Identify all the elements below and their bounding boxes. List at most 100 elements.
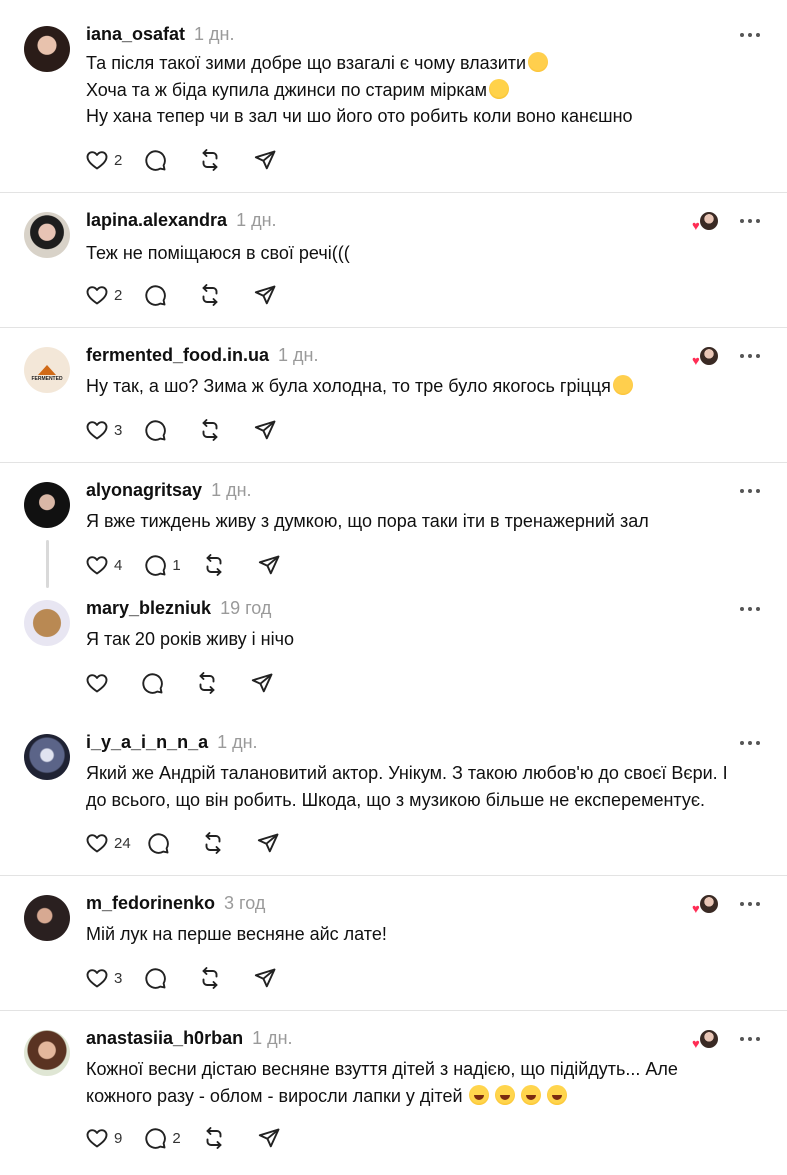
username[interactable]: anastasiia_h0rban: [86, 1028, 243, 1049]
username[interactable]: fermented_food.in.ua: [86, 345, 269, 366]
share-button[interactable]: [252, 965, 278, 991]
timestamp[interactable]: 19 год: [220, 598, 271, 619]
heart-icon: [86, 674, 108, 693]
repost-button[interactable]: [197, 147, 223, 173]
heart-filled-icon: ♥: [692, 901, 700, 916]
more-options-icon[interactable]: [740, 900, 760, 908]
post-text-line: кожного разу - облом - виросли лапки у д…: [86, 1083, 678, 1110]
author-liked-badge: ♥: [692, 1029, 720, 1051]
author-avatar: [699, 211, 719, 231]
repost-button[interactable]: [201, 1125, 227, 1151]
more-options-icon[interactable]: [740, 1035, 760, 1043]
timestamp[interactable]: 1 дн.: [236, 210, 276, 231]
divider: [0, 1010, 787, 1011]
timestamp[interactable]: 3 год: [224, 893, 265, 914]
share-icon: [255, 285, 276, 305]
post-text: Та після такої зими добре що взагалі є ч…: [86, 50, 633, 130]
comment-icon: [142, 673, 163, 694]
timestamp[interactable]: 1 дн.: [211, 480, 251, 501]
like-button[interactable]: 3: [84, 965, 122, 991]
reply-button[interactable]: [142, 282, 168, 308]
reply-button[interactable]: [142, 147, 168, 173]
timestamp[interactable]: 1 дн.: [252, 1028, 292, 1049]
avatar[interactable]: [24, 895, 70, 941]
share-button[interactable]: [249, 670, 275, 696]
comment-icon: [145, 555, 167, 576]
brand-logo-text: FERMENTED: [31, 376, 63, 382]
divider: [0, 462, 787, 463]
like-count: 2: [114, 151, 123, 169]
post-text-content: до всього, що він робить. Шкода, що з му…: [86, 789, 706, 810]
post-text-content: Кожної весни дістаю весняне взуття дітей…: [86, 1059, 678, 1079]
avatar[interactable]: [24, 482, 70, 528]
avatar[interactable]: [24, 26, 70, 72]
avatar[interactable]: [24, 600, 70, 646]
username[interactable]: iana_osafat: [86, 24, 185, 45]
share-button[interactable]: [256, 1125, 282, 1151]
like-button[interactable]: 4: [84, 552, 122, 578]
timestamp[interactable]: 1 дн.: [278, 345, 318, 366]
avatar[interactable]: [24, 1030, 70, 1076]
repost-icon: [202, 149, 218, 171]
repost-button[interactable]: [201, 552, 227, 578]
like-button[interactable]: 3: [84, 417, 122, 443]
post-actions: [84, 670, 304, 696]
repost-icon: [202, 419, 218, 441]
repost-button[interactable]: [197, 965, 223, 991]
share-button[interactable]: [256, 552, 282, 578]
timestamp[interactable]: 1 дн.: [217, 732, 257, 753]
repost-button[interactable]: [200, 830, 226, 856]
reply-button[interactable]: 1: [142, 552, 181, 578]
post-text-line: Хоча та ж біда купила джинси по старим м…: [86, 77, 633, 104]
thread-connector-line: [46, 540, 49, 588]
repost-button[interactable]: [194, 670, 220, 696]
repost-button[interactable]: [197, 417, 223, 443]
more-options-icon[interactable]: [740, 217, 760, 225]
comment-icon: [145, 285, 167, 306]
more-options-icon[interactable]: [740, 605, 760, 613]
post-text-content: Та після такої зими добре що взагалі є ч…: [86, 53, 527, 73]
share-button[interactable]: [252, 417, 278, 443]
post-text: Я так 20 років живу і нічо: [86, 626, 294, 653]
username[interactable]: lapina.alexandra: [86, 210, 227, 231]
post-text: Ну так, а шо? Зима ж була холодна, то тр…: [86, 373, 633, 400]
like-button[interactable]: 2: [84, 282, 122, 308]
more-options-icon[interactable]: [740, 487, 760, 495]
timestamp[interactable]: 1 дн.: [194, 24, 234, 45]
author-liked-badge: ♥: [692, 211, 720, 233]
more-options-icon[interactable]: [740, 31, 760, 39]
username[interactable]: i_y_a_i_n_n_a: [86, 732, 208, 753]
username[interactable]: mary_blezniuk: [86, 598, 211, 619]
repost-button[interactable]: [197, 282, 223, 308]
username[interactable]: alyonagritsay: [86, 480, 202, 501]
divider: [0, 327, 787, 328]
like-button[interactable]: 9: [84, 1125, 122, 1151]
like-count: 2: [114, 286, 123, 304]
author-avatar: [699, 1029, 719, 1049]
share-icon: [255, 150, 276, 170]
reply-button[interactable]: [139, 670, 165, 696]
repost-icon: [205, 832, 221, 854]
share-button[interactable]: [252, 147, 278, 173]
post-text-content: кожного разу - облом - виросли лапки у д…: [86, 1085, 463, 1106]
reply-button[interactable]: [142, 965, 168, 991]
share-icon: [251, 673, 273, 693]
username[interactable]: m_fedorinenko: [86, 893, 215, 914]
post-actions: 92: [84, 1125, 311, 1151]
reply-button[interactable]: 2: [142, 1125, 181, 1151]
tears-of-joy-emoji: [520, 1084, 541, 1105]
share-button[interactable]: [252, 282, 278, 308]
like-button[interactable]: 24: [84, 830, 131, 856]
more-options-icon[interactable]: [740, 739, 760, 747]
avatar[interactable]: FERMENTED: [24, 347, 70, 393]
reply-button[interactable]: [145, 830, 171, 856]
more-options-icon[interactable]: [740, 352, 760, 360]
share-icon: [258, 1128, 280, 1148]
avatar[interactable]: [24, 734, 70, 780]
reply-button[interactable]: [142, 417, 168, 443]
avatar[interactable]: [24, 212, 70, 258]
like-button[interactable]: 2: [84, 147, 122, 173]
post-text-line: до всього, що він робить. Шкода, що з му…: [86, 787, 728, 814]
share-button[interactable]: [255, 830, 281, 856]
like-button[interactable]: [84, 670, 110, 696]
